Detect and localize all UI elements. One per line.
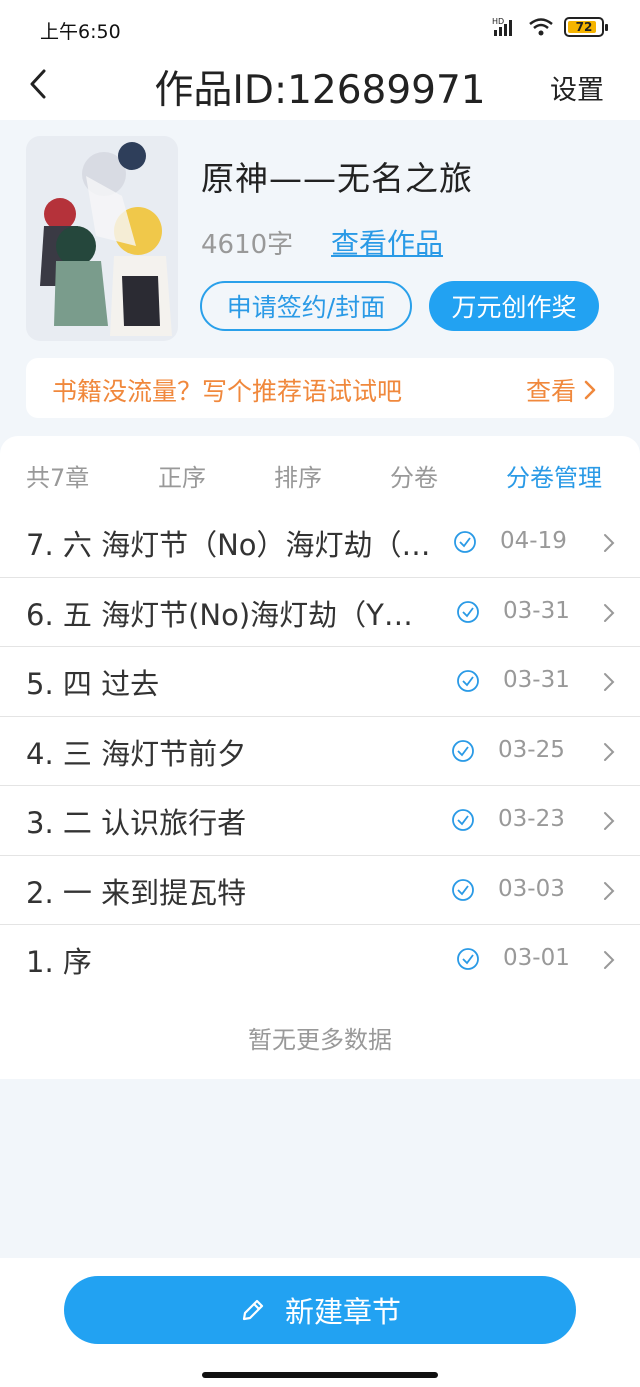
chevron-right-icon	[604, 951, 615, 969]
apply-sign-button[interactable]: 申请签约/封面	[200, 281, 412, 331]
order-toggle[interactable]: 正序	[158, 458, 206, 493]
chapter-list: 7. 六 海灯节（No）海灯劫（… 04-19 6. 五 海灯节(No)海灯劫（…	[0, 508, 640, 995]
promo-text: 书籍没流量？写个推荐语试试吧	[52, 377, 403, 406]
chevron-right-icon	[604, 673, 615, 691]
check-circle-icon	[457, 670, 479, 692]
status-time: 上午6:50	[40, 21, 121, 43]
volume-button[interactable]: 分卷	[390, 458, 438, 493]
chapter-count: 共7章	[26, 464, 90, 492]
check-circle-icon	[457, 948, 479, 970]
chevron-right-icon	[604, 603, 615, 622]
chapter-date: 03-03	[498, 875, 565, 902]
settings-button[interactable]: 设置	[550, 68, 604, 107]
volume-manage-button[interactable]: 分卷管理	[506, 458, 602, 493]
promo-action-label: 查看	[525, 377, 576, 406]
chapter-title: 3. 二 认识旅行者	[26, 806, 247, 840]
chapter-title: 6. 五 海灯节(No)海灯劫（Y…	[26, 597, 413, 632]
chapter-title: 4. 三 海灯节前夕	[26, 736, 247, 771]
chapter-date: 03-31	[503, 667, 570, 693]
chevron-right-icon	[604, 881, 615, 900]
chapter-title: 2. 一 来到提瓦特	[26, 875, 247, 910]
chapter-panel: 共7章 正序 排序 分卷 分卷管理 7. 六 海灯节（No）海灯劫（… 04-1…	[0, 436, 640, 1079]
no-more-data: 暂无更多数据	[248, 1026, 392, 1054]
page-title: 作品ID:12689971	[154, 68, 486, 113]
check-circle-icon	[457, 600, 479, 623]
new-chapter-button[interactable]: 新建章节	[64, 1276, 576, 1344]
battery-icon: 72	[564, 17, 608, 37]
check-circle-icon	[452, 878, 474, 901]
cover-illustration	[26, 136, 178, 341]
chapter-title: 7. 六 海灯节（No）海灯劫（…	[26, 528, 431, 562]
hd-label: HD	[492, 17, 504, 26]
chevron-right-icon	[604, 534, 615, 552]
chapter-toolbar: 共7章 正序 排序 分卷 分卷管理	[0, 436, 640, 508]
home-indicator[interactable]	[202, 1372, 438, 1378]
chevron-right-icon	[584, 380, 596, 400]
header: 作品ID:12689971 设置	[0, 56, 640, 120]
promo-view-button[interactable]: 查看	[526, 372, 596, 408]
chapter-date: 03-23	[498, 806, 565, 832]
status-bar: 上午6:50 HD 72	[0, 0, 640, 56]
chapter-row[interactable]: 1. 序 03-01	[0, 925, 640, 995]
chapter-row[interactable]: 7. 六 海灯节（No）海灯劫（… 04-19	[0, 508, 640, 578]
battery-level: 72	[575, 20, 593, 34]
chevron-right-icon	[604, 742, 615, 761]
status-icons: HD 72	[492, 16, 608, 38]
chapter-title: 1. 序	[26, 945, 92, 979]
check-circle-icon	[454, 531, 476, 553]
chapter-title: 5. 四 过去	[26, 667, 160, 701]
check-circle-icon	[452, 739, 474, 762]
chapter-date: 04-19	[500, 528, 567, 554]
promo-banner[interactable]: 书籍没流量？写个推荐语试试吧 查看	[26, 358, 614, 418]
creation-award-button[interactable]: 万元创作奖	[429, 281, 599, 331]
chapter-row[interactable]: 3. 二 认识旅行者 03-23	[0, 786, 640, 856]
chapter-row[interactable]: 4. 三 海灯节前夕 03-25	[0, 717, 640, 786]
book-cover[interactable]	[26, 136, 178, 341]
pencil-icon	[242, 1299, 264, 1321]
wifi-icon	[529, 18, 553, 36]
chapter-row[interactable]: 5. 四 过去 03-31	[0, 647, 640, 717]
chapter-row[interactable]: 6. 五 海灯节(No)海灯劫（Y… 03-31	[0, 578, 640, 647]
chapter-date: 03-31	[503, 597, 570, 624]
book-title: 原神——无名之旅	[201, 159, 473, 198]
signal-icon: HD	[492, 17, 512, 36]
view-work-link[interactable]: 查看作品	[331, 222, 443, 262]
chapter-date: 03-01	[503, 945, 570, 971]
sort-button[interactable]: 排序	[274, 458, 322, 493]
bottom-bar: 新建章节	[0, 1258, 640, 1387]
chapter-row[interactable]: 2. 一 来到提瓦特 03-03	[0, 856, 640, 925]
new-chapter-label: 新建章节	[284, 1295, 401, 1329]
word-count: 4610字	[201, 230, 294, 260]
chevron-right-icon	[604, 812, 615, 830]
check-circle-icon	[452, 809, 474, 831]
chapter-date: 03-25	[498, 736, 565, 763]
